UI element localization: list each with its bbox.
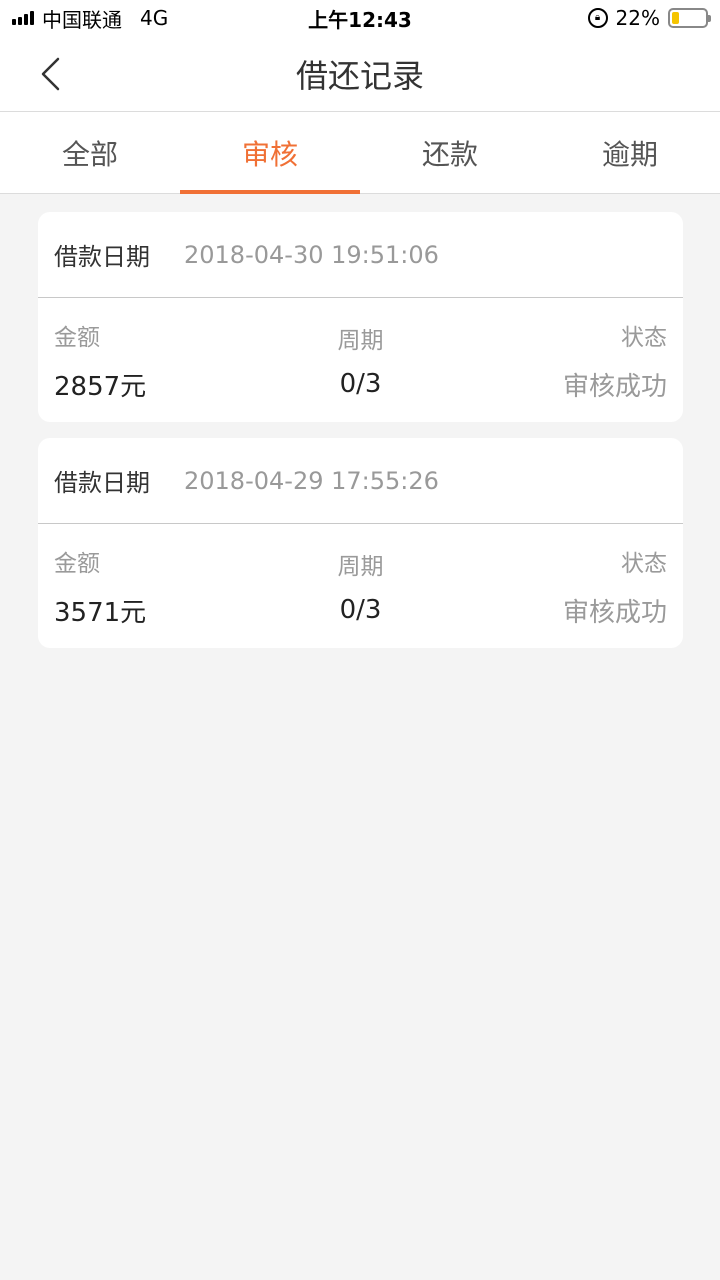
amount-label: 金额 (54, 550, 100, 577)
amount-label: 金额 (54, 324, 100, 351)
back-button[interactable] (30, 54, 70, 94)
status-value: 审核成功 (562, 597, 667, 628)
period-label: 周期 (337, 328, 384, 354)
signal-icon (12, 11, 34, 25)
tab-bar: 全部 审核 还款 逾期 (0, 112, 720, 194)
status-label: 状态 (620, 550, 667, 577)
tab-overdue[interactable]: 逾期 (540, 112, 720, 193)
battery-fill (672, 12, 680, 24)
amount-value: 3571元 (54, 597, 147, 628)
status-label: 状态 (620, 324, 667, 351)
chevron-left-icon (41, 57, 60, 91)
page-title: 借还记录 (295, 56, 424, 95)
tab-all[interactable]: 全部 (0, 112, 180, 193)
record-header: 借款日期 2018-04-30 19:51:06 (38, 212, 683, 298)
date-value: 2018-04-29 17:55:26 (184, 466, 439, 495)
nav-bar: 借还记录 (0, 36, 720, 112)
record-details: 金额 2857元 周期 0/3 状态 审核成功 (38, 298, 683, 422)
tab-review[interactable]: 审核 (180, 112, 360, 194)
record-card[interactable]: 借款日期 2018-04-30 19:51:06 金额 2857元 周期 0/3… (38, 212, 683, 422)
period-label: 周期 (337, 554, 384, 580)
rotation-lock-icon: 🔒︎ (587, 8, 608, 28)
battery-percent: 22% (615, 6, 660, 30)
amount-value: 2857元 (54, 371, 147, 402)
period-value: 0/3 (339, 369, 382, 399)
period-value: 0/3 (339, 595, 382, 625)
carrier-name: 中国联通 (42, 7, 122, 32)
tab-repayment[interactable]: 还款 (360, 112, 540, 193)
status-right: 🔒︎ 22% (587, 6, 711, 30)
date-value: 2018-04-30 19:51:06 (184, 240, 439, 269)
record-list: 借款日期 2018-04-30 19:51:06 金额 2857元 周期 0/3… (38, 212, 683, 664)
record-card[interactable]: 借款日期 2018-04-29 17:55:26 金额 3571元 周期 0/3… (38, 438, 683, 648)
network-type: 4G (140, 6, 169, 30)
date-label: 借款日期 (54, 243, 150, 271)
battery-icon (668, 8, 711, 28)
status-value: 审核成功 (562, 371, 667, 402)
date-label: 借款日期 (54, 469, 150, 497)
status-bar: 中国联通 4G 上午12:43 🔒︎ 22% (0, 0, 720, 36)
status-left: 中国联通 4G (12, 4, 168, 33)
record-header: 借款日期 2018-04-29 17:55:26 (38, 438, 683, 524)
record-details: 金额 3571元 周期 0/3 状态 审核成功 (38, 524, 683, 648)
